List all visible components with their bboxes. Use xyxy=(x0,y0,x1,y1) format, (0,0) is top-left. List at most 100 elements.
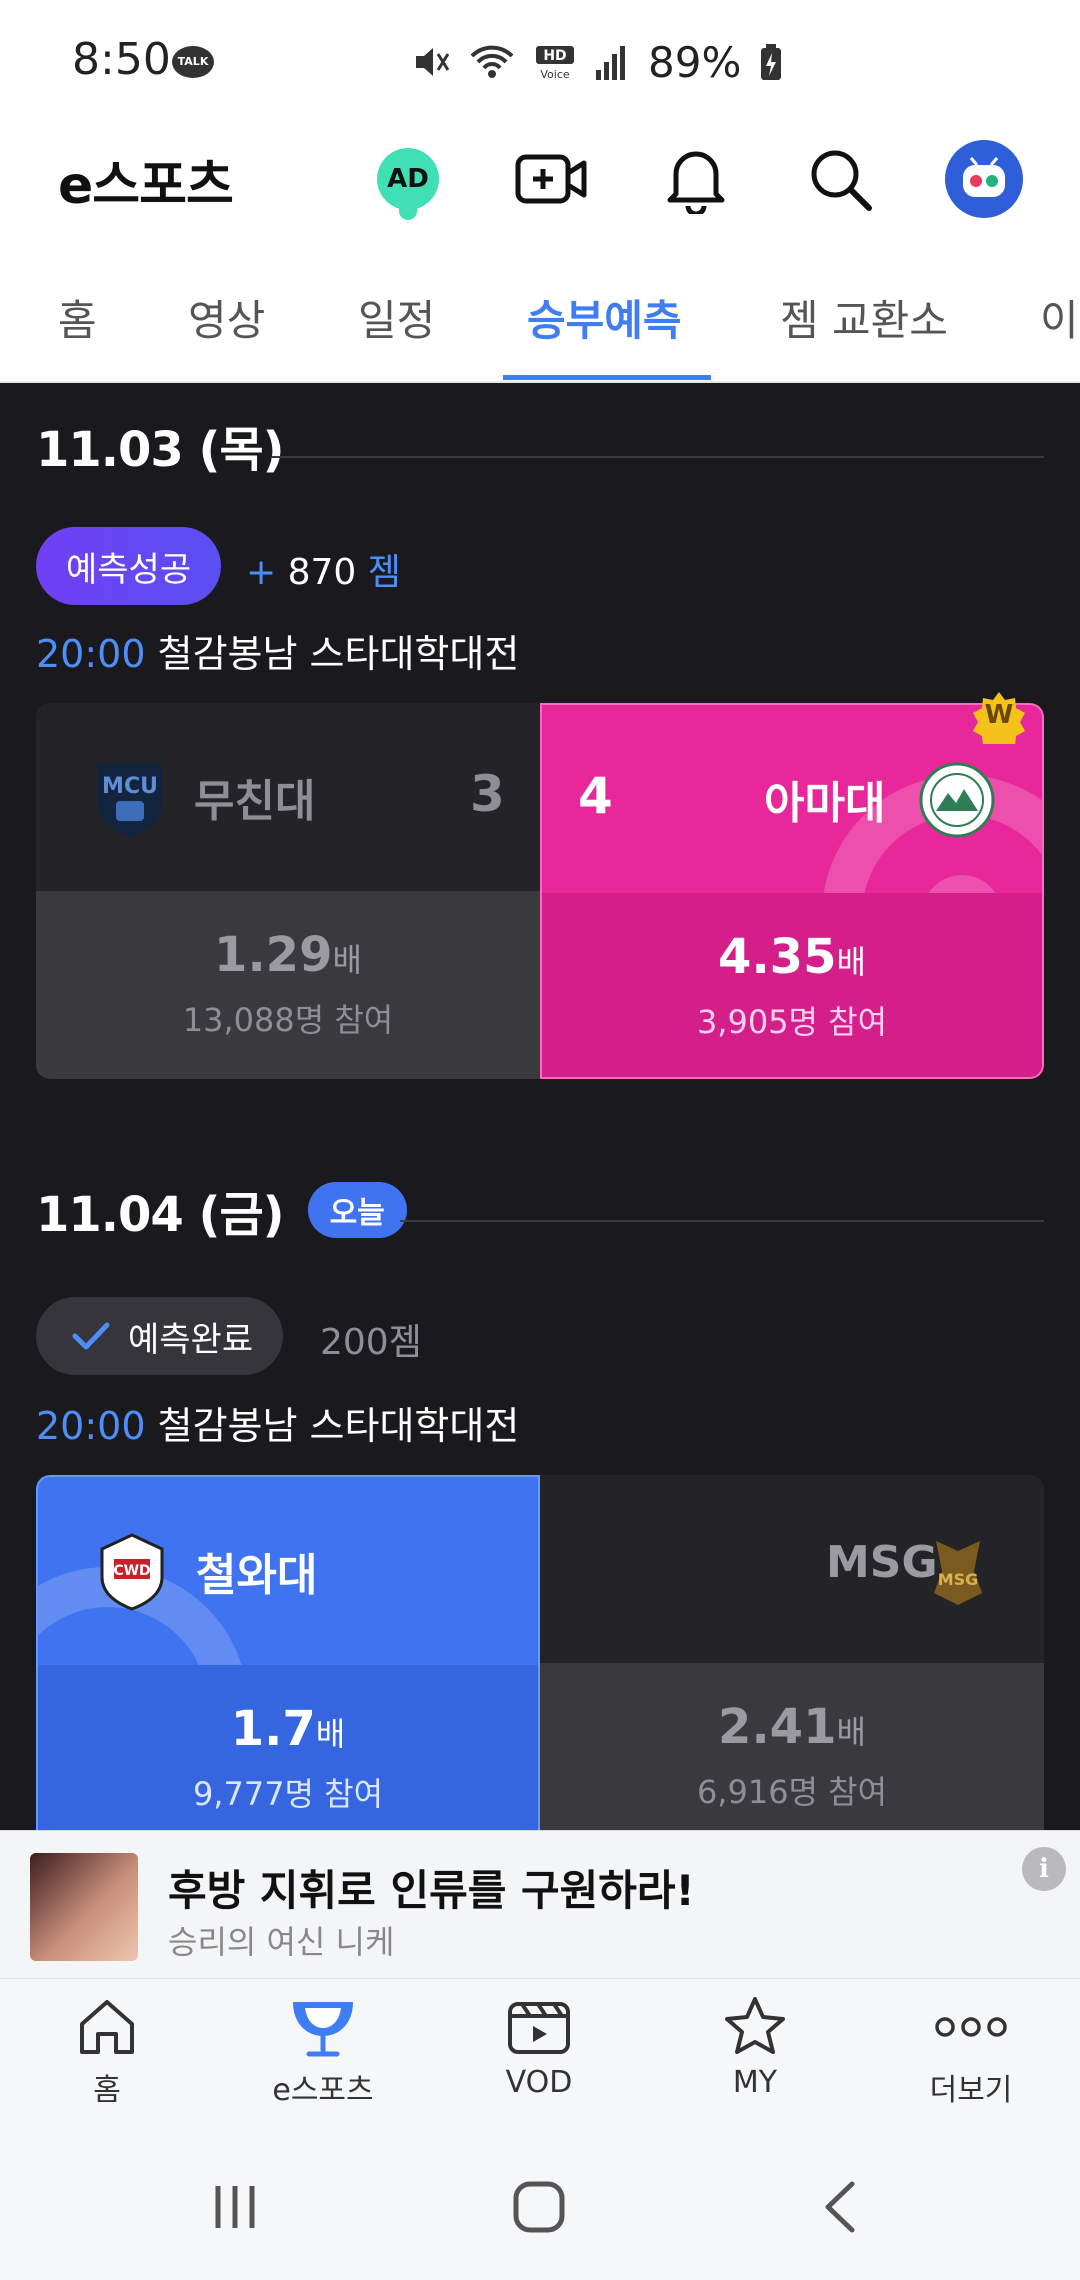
ad-banner[interactable]: 후방 지휘로 인류를 구원하라! 승리의 여신 니케 i xyxy=(0,1830,1080,1978)
nav-label: 홈 xyxy=(93,2073,121,2108)
prediction-done-badge: 예측완료 xyxy=(36,1297,284,1375)
today-badge: 오늘 xyxy=(307,1182,407,1238)
status-time: 8:50 xyxy=(72,34,171,85)
odds-value: 1.29배 xyxy=(214,927,362,983)
team-option-right[interactable]: 4 아마대 4.35배 3,905명 참여 xyxy=(540,703,1044,1079)
date-divider xyxy=(400,1220,1044,1222)
ad-title: 후방 지휘로 인류를 구원하라! xyxy=(168,1866,695,1915)
tab-bar: 홈 영상 일정 승부예측 젬 교환소 이 xyxy=(0,255,1080,383)
character-icon xyxy=(963,157,1005,197)
match-card: MCU 무친대 3 1.29배 13,088명 참여 4 아마대 4.35배 3… xyxy=(36,703,1044,1079)
svg-text:CWD: CWD xyxy=(113,1563,150,1579)
back-icon[interactable] xyxy=(820,2180,860,2234)
gem-bet: 200젬 xyxy=(320,1322,422,1363)
check-icon xyxy=(72,1322,110,1350)
app-header: e스포츠 AD xyxy=(0,125,1080,255)
team-option-right[interactable]: MSG MSG 2.41배 6,916명 참여 xyxy=(540,1475,1044,1830)
date-header: 11.04 (금) 오늘 xyxy=(36,1180,407,1243)
ad-button[interactable]: AD xyxy=(368,139,448,220)
odds-value: 4.35배 xyxy=(718,929,866,985)
nav-esports[interactable]: e스포츠 xyxy=(248,1989,398,2119)
date-header: 11.03 (목) xyxy=(36,415,285,478)
team-logo-cheolwadae: CWD xyxy=(100,1533,164,1611)
active-tab-indicator xyxy=(503,375,711,380)
match-time: 20:00 xyxy=(36,1404,146,1448)
match-name: 철감봉남 스타대학대전 xyxy=(157,632,520,676)
nav-home[interactable]: 홈 xyxy=(32,1989,182,2119)
profile-button[interactable] xyxy=(944,139,1024,219)
status-icons: HD Voice 89% xyxy=(410,34,783,90)
tab-home[interactable]: 홈 xyxy=(58,287,97,348)
more-icon xyxy=(935,2017,1007,2037)
team-option-left[interactable]: MCU 무친대 3 1.29배 13,088명 참여 xyxy=(36,703,540,1079)
nav-label: VOD xyxy=(505,2065,573,2100)
ad-subtitle: 승리의 여신 니케 xyxy=(168,1923,395,1961)
participant-count: 13,088명 참여 xyxy=(182,1001,394,1039)
vod-icon xyxy=(508,2002,570,2054)
match-title: 20:00 철감봉남 스타대학대전 xyxy=(36,1395,519,1450)
gem-amount: 870 xyxy=(287,552,357,593)
profile-avatar xyxy=(945,140,1023,218)
trophy-icon xyxy=(293,2002,353,2057)
app-title: e스포츠 xyxy=(58,156,234,216)
participant-count: 3,905명 참여 xyxy=(696,1003,888,1041)
team-logo-amadae xyxy=(919,762,995,838)
tab-video[interactable]: 영상 xyxy=(188,287,265,348)
svg-text:Voice: Voice xyxy=(540,68,570,81)
team-logo-mcu: MCU xyxy=(98,763,162,837)
nav-my[interactable]: MY xyxy=(680,1989,830,2119)
team-name: 철와대 xyxy=(196,1550,318,1601)
nav-label: MY xyxy=(732,2065,778,2100)
svg-text:HD: HD xyxy=(543,48,566,64)
live-video-button[interactable] xyxy=(512,139,592,219)
recent-apps-icon[interactable] xyxy=(210,2182,260,2232)
team-name: 아마대 xyxy=(764,778,886,829)
prediction-status-label: 예측성공 xyxy=(66,549,192,590)
team-name: 무친대 xyxy=(194,776,316,827)
date-label: 11.03 (목) xyxy=(36,422,285,478)
odds-value: 2.41배 xyxy=(718,1699,866,1755)
tab-schedule[interactable]: 일정 xyxy=(358,287,435,348)
system-navigation-bar xyxy=(0,2128,1080,2280)
participant-count: 6,916명 참여 xyxy=(696,1773,888,1811)
home-system-icon[interactable] xyxy=(512,2180,566,2234)
winner-label: W xyxy=(984,700,1014,730)
star-icon xyxy=(725,1997,785,2054)
svg-text:MSG: MSG xyxy=(938,1570,979,1589)
kakaotalk-notification-icon: TALK xyxy=(172,46,214,78)
nav-label: 더보기 xyxy=(929,2073,1013,2108)
home-icon xyxy=(80,2000,134,2054)
nav-more[interactable]: 더보기 xyxy=(896,1989,1046,2119)
team-option-left[interactable]: CWD 철와대 1.7배 9,777명 참여 xyxy=(36,1475,540,1830)
match-time: 20:00 xyxy=(36,632,146,676)
ad-icon: AD xyxy=(377,148,439,220)
bottom-navigation: 홈 e스포츠 VOD MY 더보기 xyxy=(0,1978,1080,2128)
match-title: 20:00 철감봉남 스타대학대전 xyxy=(36,623,519,678)
date-divider xyxy=(272,456,1044,458)
prediction-list[interactable]: 11.03 (목) 예측성공 + 870 젬 20:00 철감봉남 스타대학대전… xyxy=(0,383,1080,1830)
tab-prediction[interactable]: 승부예측 xyxy=(527,287,682,348)
gem-reward: + 870 젬 xyxy=(246,543,401,595)
tab-more[interactable]: 이 xyxy=(1040,287,1079,348)
ad-thumbnail-image xyxy=(30,1853,138,1961)
search-button[interactable] xyxy=(800,139,880,219)
nav-vod[interactable]: VOD xyxy=(464,1989,614,2119)
svg-text:MCU: MCU xyxy=(102,774,158,799)
team-score: 3 xyxy=(470,765,505,823)
gem-unit: 젬 xyxy=(367,552,401,593)
participant-count: 9,777명 참여 xyxy=(192,1775,384,1813)
ad-info-icon[interactable]: i xyxy=(1022,1847,1066,1891)
hd-voice-icon: HD Voice xyxy=(536,46,574,81)
match-card: CWD 철와대 1.7배 9,777명 참여 MSG MSG 2.41배 6,9… xyxy=(36,1475,1044,1830)
notification-button[interactable] xyxy=(656,139,736,219)
odds-value: 1.7배 xyxy=(230,1701,346,1757)
date-label: 11.04 (금) xyxy=(36,1187,285,1243)
signal-icon xyxy=(596,46,625,80)
mute-icon xyxy=(416,48,450,76)
match-name: 철감봉남 스타대학대전 xyxy=(157,1404,520,1448)
live-video-icon xyxy=(515,154,587,204)
nav-label: e스포츠 xyxy=(272,2073,374,2108)
bell-icon xyxy=(667,151,725,214)
app-screen: 8:50 TALK HD Voice 89% e스포츠 AD 홈 영상 일정 승… xyxy=(0,0,1080,2280)
tab-gem-exchange[interactable]: 젬 교환소 xyxy=(780,287,948,348)
